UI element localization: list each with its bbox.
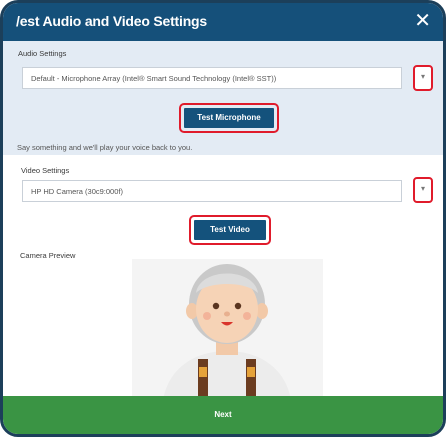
audio-settings-section: Audio Settings Default - Microphone Arra… bbox=[3, 41, 443, 155]
camera-preview bbox=[132, 259, 323, 402]
camera-preview-label: Camera Preview bbox=[20, 251, 76, 260]
dialog-content: Audio Settings Default - Microphone Arra… bbox=[3, 41, 443, 402]
microphone-hint-text: Say something and we'll play your voice … bbox=[17, 143, 193, 152]
video-dropdown-button[interactable]: ▾ bbox=[413, 177, 433, 203]
close-icon[interactable]: ✕ bbox=[414, 10, 431, 32]
dialog-window: /est Audio and Video Settings ✕ Audio Se… bbox=[0, 0, 446, 437]
video-device-select[interactable]: HP HD Camera (30c9:000f) bbox=[22, 180, 402, 202]
chevron-down-icon: ▾ bbox=[421, 72, 426, 81]
chevron-down-icon: ▾ bbox=[421, 184, 426, 193]
test-video-button[interactable]: Test Video bbox=[194, 220, 266, 240]
audio-device-select[interactable]: Default - Microphone Array (Intel® Smart… bbox=[22, 67, 402, 89]
dialog-titlebar: /est Audio and Video Settings ✕ bbox=[3, 3, 443, 41]
avatar-illustration bbox=[162, 264, 292, 402]
next-button[interactable]: Next bbox=[3, 396, 443, 434]
dialog-title: /est Audio and Video Settings bbox=[16, 13, 207, 29]
test-microphone-highlight: Test Microphone bbox=[179, 103, 279, 133]
test-microphone-button[interactable]: Test Microphone bbox=[184, 108, 274, 128]
audio-settings-label: Audio Settings bbox=[18, 49, 67, 58]
audio-dropdown-button[interactable]: ▾ bbox=[413, 65, 433, 91]
video-settings-label: Video Settings bbox=[21, 166, 70, 175]
test-video-highlight: Test Video bbox=[189, 215, 271, 245]
